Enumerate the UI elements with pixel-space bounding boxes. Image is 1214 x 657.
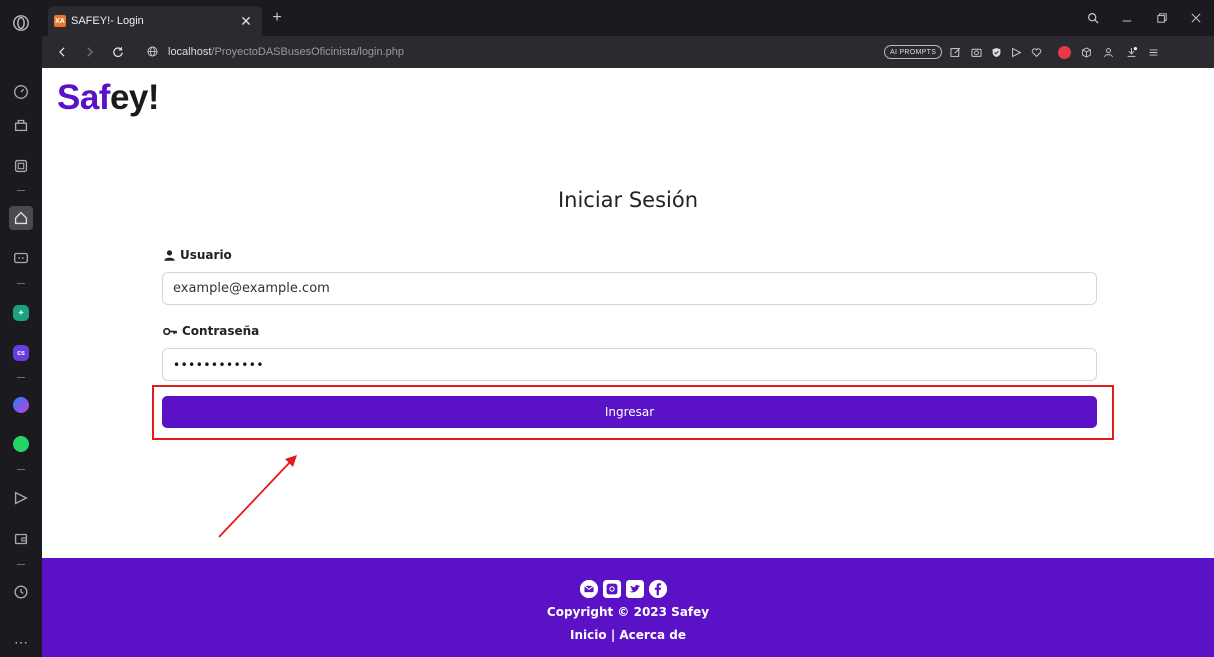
speed-dial-icon[interactable] — [9, 80, 33, 104]
download-icon[interactable] — [1124, 45, 1139, 60]
new-tab-button[interactable]: + — [268, 9, 286, 27]
url-path: /ProyectoDASBusesOficinista/login.php — [211, 46, 405, 58]
reload-icon[interactable] — [108, 43, 128, 61]
tab-title: SAFEY!- Login — [71, 15, 144, 27]
forward-icon[interactable] — [80, 43, 100, 61]
url-host: localhost — [168, 46, 212, 58]
sidebar-divider — [17, 283, 25, 284]
easy-setup-icon[interactable] — [1146, 45, 1161, 60]
chatgpt-icon[interactable]: ✦ — [9, 301, 33, 325]
browser-tab[interactable]: XA SAFEY!- Login ✕ — [48, 6, 262, 36]
whatsapp-icon[interactable] — [9, 432, 33, 456]
heart-icon[interactable] — [1029, 45, 1044, 60]
tab-close-icon[interactable]: ✕ — [238, 13, 254, 30]
social-links — [580, 580, 667, 598]
flow-send-icon[interactable] — [1009, 45, 1024, 60]
copyright-text: Copyright © 2023 Safey — [546, 605, 710, 619]
minimize-icon[interactable] — [1115, 7, 1139, 29]
back-icon[interactable] — [52, 43, 72, 61]
shield-check-icon[interactable] — [989, 45, 1004, 60]
email-icon[interactable] — [580, 580, 598, 598]
snapshot-icon[interactable] — [969, 45, 984, 60]
instagram-icon[interactable] — [603, 580, 621, 598]
sidebar-divider — [17, 469, 25, 470]
globe-icon — [147, 46, 158, 57]
facebook-icon[interactable] — [649, 580, 667, 598]
extension-red-icon[interactable] — [1057, 45, 1072, 60]
profile-icon[interactable] — [1101, 45, 1116, 60]
send-icon[interactable] — [9, 486, 33, 510]
search-tabs-icon[interactable] — [1081, 7, 1105, 29]
sidebar-divider — [17, 190, 25, 191]
chatsonic-icon[interactable]: cs — [9, 341, 33, 365]
xampp-favicon-icon: XA — [54, 15, 66, 27]
history-icon[interactable] — [9, 580, 33, 604]
address-bar[interactable]: localhost/ProyectoDASBusesOficinista/log… — [146, 42, 876, 62]
footer-link-home[interactable]: Inicio — [570, 628, 607, 642]
home-icon[interactable] — [9, 206, 33, 230]
tab-strip: XA SAFEY!- Login ✕ + — [42, 0, 1214, 36]
gaming-icon[interactable] — [9, 246, 33, 270]
ai-prompts-button[interactable]: AI PROMPTS — [884, 45, 943, 59]
cube-icon[interactable] — [1079, 45, 1094, 60]
footer-link-about[interactable]: Acerca de — [619, 628, 686, 642]
browser-sidebar: ✦ cs ⋯ — [0, 0, 42, 657]
site-footer: Copyright © 2023 Safey Inicio | Acerca d… — [42, 558, 1214, 657]
more-icon[interactable]: ⋯ — [9, 630, 33, 654]
twitter-icon[interactable] — [626, 580, 644, 598]
close-window-icon[interactable] — [1184, 7, 1208, 29]
wallet-icon[interactable] — [9, 527, 33, 551]
sidebar-divider — [17, 564, 25, 565]
edit-icon[interactable] — [948, 45, 963, 60]
footer-links: Inicio | Acerca de — [42, 628, 1214, 642]
opera-logo-icon[interactable] — [9, 11, 33, 35]
shopping-icon[interactable] — [9, 113, 33, 137]
url-text: localhost/ProyectoDASBusesOficinista/log… — [168, 46, 404, 58]
page-viewport: Safey! Iniciar Sesión Usuario example@ex… — [42, 68, 1214, 657]
extensions-icon[interactable] — [9, 154, 33, 178]
footer-separator: | — [610, 628, 616, 642]
restore-icon[interactable] — [1150, 7, 1174, 29]
address-toolbar: localhost/ProyectoDASBusesOficinista/log… — [42, 36, 1214, 68]
messenger-icon[interactable] — [9, 393, 33, 417]
sidebar-divider — [17, 377, 25, 378]
